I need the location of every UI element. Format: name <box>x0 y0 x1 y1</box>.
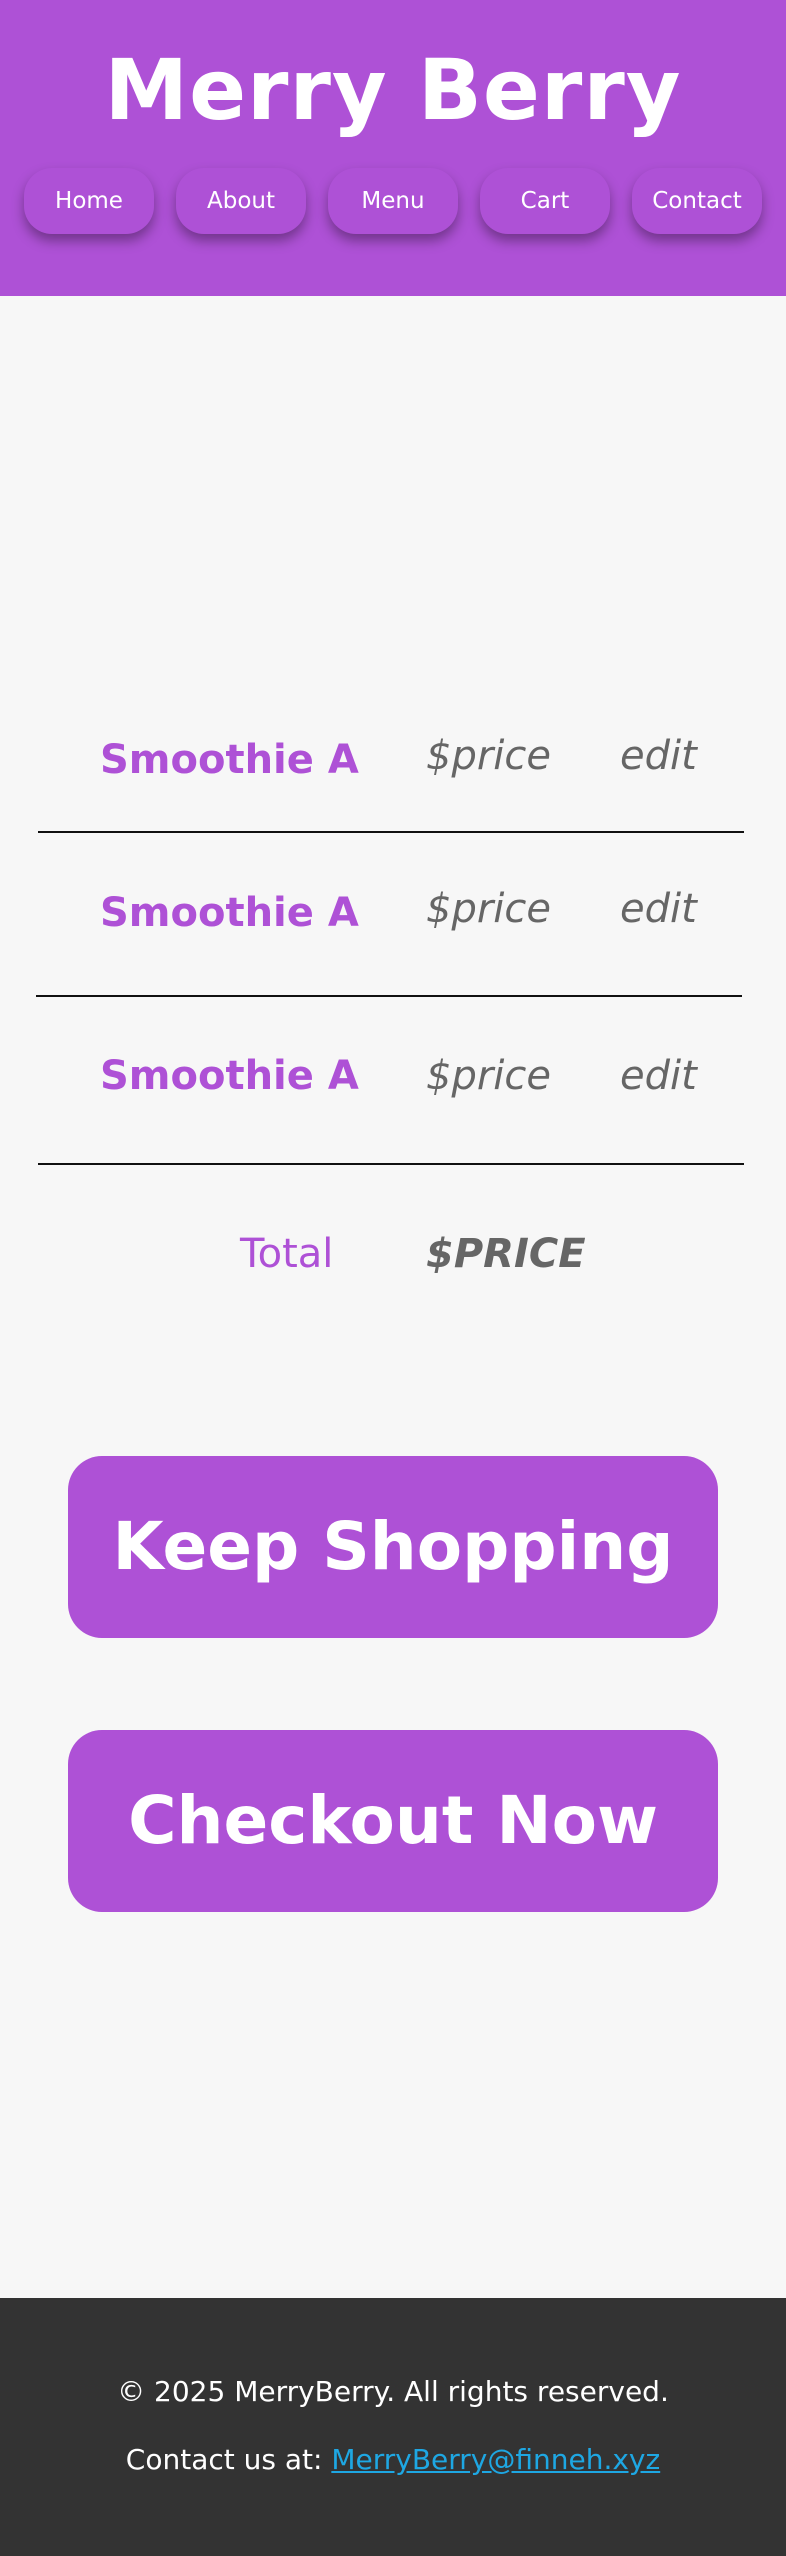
contact-prefix: Contact us at: <box>125 2443 332 2476</box>
nav-about-button[interactable]: About <box>176 168 306 234</box>
keep-shopping-button[interactable]: Keep Shopping <box>68 1456 718 1638</box>
cart-item-name: Smoothie A <box>100 737 359 783</box>
site-header: Merry Berry Home About Menu Cart Contact <box>0 0 786 296</box>
contact-email-link[interactable]: MerryBerry@finneh.xyz <box>331 2443 660 2476</box>
cart-item-name: Smoothie A <box>100 1053 359 1099</box>
site-title: Merry Berry <box>104 41 682 139</box>
cart-item-price: $price <box>426 733 551 779</box>
cart-item-edit-link[interactable]: edit <box>620 1048 730 1104</box>
cart-item-edit-link[interactable]: edit <box>620 728 730 784</box>
cart-item-price: $price <box>426 886 551 932</box>
row-divider <box>38 1163 744 1165</box>
cart-item-price: $price <box>426 1053 551 1099</box>
checkout-now-button[interactable]: Checkout Now <box>68 1730 718 1912</box>
nav-contact-button[interactable]: Contact <box>632 168 762 234</box>
contact-line: Contact us at: MerryBerry@finneh.xyz <box>0 2440 786 2480</box>
total-label: Total <box>240 1231 334 1277</box>
site-footer: © 2025 MerryBerry. All rights reserved. … <box>0 2298 786 2556</box>
copyright-text: © 2025 MerryBerry. All rights reserved. <box>117 2375 669 2408</box>
nav-menu-button[interactable]: Menu <box>328 168 458 234</box>
row-divider <box>38 831 744 833</box>
row-divider <box>36 995 742 997</box>
total-value: $PRICE <box>426 1231 586 1277</box>
nav-cart-button[interactable]: Cart <box>480 168 610 234</box>
nav-home-button[interactable]: Home <box>24 168 154 234</box>
cart-item-edit-link[interactable]: edit <box>620 881 730 937</box>
cart-item-name: Smoothie A <box>100 890 359 936</box>
